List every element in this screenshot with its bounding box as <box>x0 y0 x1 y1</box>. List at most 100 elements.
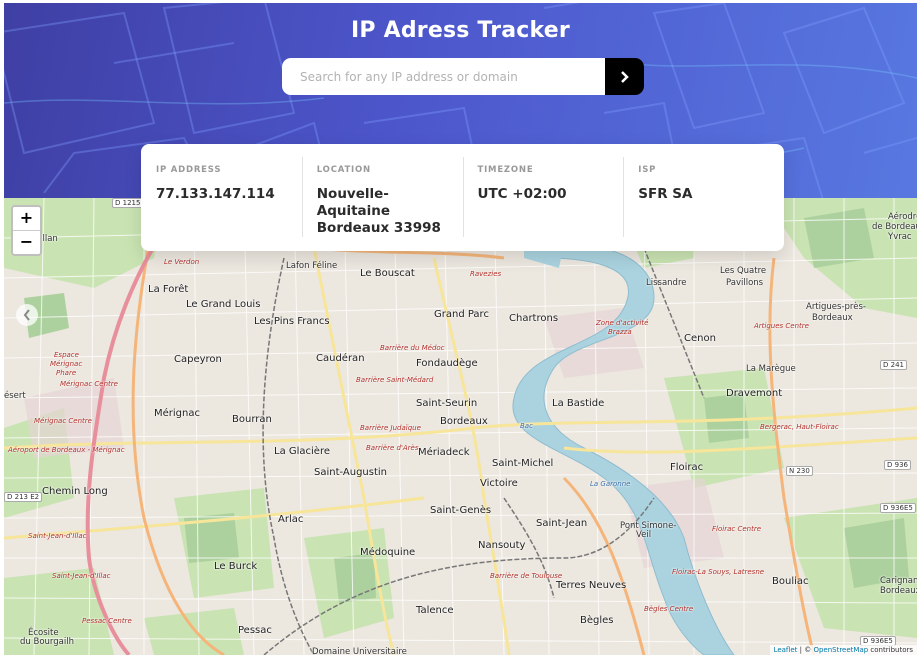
zoom-in-button[interactable]: + <box>13 207 40 230</box>
map-attribution: Leaflet | © OpenStreetMap contributors <box>769 645 917 655</box>
leaflet-link[interactable]: Leaflet <box>774 646 798 654</box>
map-label-floirac-la-souys: Floirac-La Souys, Latresne <box>672 568 765 576</box>
ip-tracker-page: IP Adress Tracker IP ADDRESS 77.133.147.… <box>0 0 917 655</box>
road-shield-d936e5: D 936E5 <box>880 503 916 513</box>
map-label-barriere-dares: Barrière d'Arès <box>366 444 419 452</box>
map-label-bac: Bac <box>520 422 533 430</box>
map-label-les-pins-francs: Les Pins Francs <box>254 316 330 327</box>
openstreetmap-link[interactable]: OpenStreetMap <box>813 646 868 654</box>
map-label-le-burck: Le Burck <box>214 561 258 572</box>
map-label-barriere-du-medoc: Barrière du Médoc <box>380 344 445 352</box>
ip-address-value: 77.133.147.114 <box>156 186 275 202</box>
chevron-right-icon <box>621 70 629 83</box>
location-cell: LOCATION Nouvelle-Aquitaine Bordeaux 339… <box>301 144 463 251</box>
map-label-bordeaux: Bordeaux <box>440 416 488 427</box>
road-shield-n230: N 230 <box>786 466 813 476</box>
map-label-nansouty: Nansouty <box>478 540 526 551</box>
map-label-barriere-judaique: Barrière Judaïque <box>360 424 421 432</box>
map-label-meriadeck: Mériadeck <box>418 447 470 458</box>
ip-info-card: IP ADDRESS 77.133.147.114 LOCATION Nouve… <box>141 144 784 251</box>
map-label-dravemont: Dravemont <box>726 388 783 399</box>
map-label-saint-genes: Saint-Genès <box>430 505 492 516</box>
map-label-zone-activite: Zone d'activité <box>596 319 649 327</box>
map-label-bergerac: Bergerac, Haut-Floirac <box>760 423 839 431</box>
map-label-phare: Phare <box>56 369 77 377</box>
location-region: Nouvelle-Aquitaine <box>316 186 391 219</box>
map-label-la-maregue: La Marègue <box>746 364 796 374</box>
map-label-saint-michel: Saint-Michel <box>492 458 554 469</box>
search-submit-button[interactable] <box>605 58 644 95</box>
attribution-suffix: contributors <box>868 646 913 654</box>
location-city: Bordeaux 33998 <box>316 220 441 236</box>
map-label-artigues: Artigues-près- <box>806 302 866 312</box>
ip-address-label: IP ADDRESS <box>156 165 222 175</box>
map-label-barriere-saint-medard: Barrière Saint-Médard <box>356 376 434 384</box>
map-label-medoquine: Médoquine <box>360 547 416 558</box>
map-label-saint-jean-dillac: Saint-Jean-d'Illac <box>28 532 87 540</box>
map-label-floirac: Floirac <box>670 462 704 473</box>
map-label-fondaudege: Fondaudège <box>416 358 478 369</box>
map-label-terres-neuves: Terres Neuves <box>556 580 627 591</box>
previous-arrow-button[interactable] <box>16 304 38 326</box>
isp-value: SFR SA <box>638 186 693 202</box>
map-label-aerodrome-bordeaux: de Bordeaux - <box>872 222 917 232</box>
map-view[interactable]: Le Haillan Lafon Féline Le Bouscat Ravez… <box>4 198 917 655</box>
map-label-saint-seurin: Saint-Seurin <box>416 398 478 409</box>
map-label-begles-centre: Bègles Centre <box>644 605 694 613</box>
timezone-cell: TIMEZONE UTC +02:00 <box>462 144 624 251</box>
search-input[interactable] <box>282 58 605 95</box>
map-label-merignac: Mérignac <box>154 408 200 419</box>
map-label-aerodrome: Aérodrome <box>888 212 917 222</box>
location-label: LOCATION <box>316 165 371 175</box>
map-label-lissandre: Lissandre <box>646 278 687 288</box>
map-label-capeyron: Capeyron <box>174 354 222 365</box>
map-label-chartrons: Chartrons <box>509 313 559 324</box>
zoom-out-button[interactable]: − <box>13 230 40 254</box>
map-label-espace: Espace <box>54 351 79 359</box>
isp-cell: ISP SFR SA <box>623 144 784 251</box>
map-label-esert: ésert <box>4 391 26 401</box>
map-label-arlac: Arlac <box>278 514 304 525</box>
map-label-saint-jean: Saint-Jean <box>536 518 588 529</box>
map-label-bouliac: Bouliac <box>772 576 809 587</box>
map-label-merignac-centre-2: Mérignac Centre <box>34 417 92 425</box>
map-label-saint-augustin: Saint-Augustin <box>314 467 388 478</box>
timezone-value: UTC +02:00 <box>477 186 567 202</box>
chevron-left-icon <box>23 309 30 321</box>
map-label-bourran: Bourran <box>232 414 272 425</box>
map-label-la-glaciere: La Glacière <box>274 446 331 457</box>
map-label-espace-merignac: Mérignac <box>50 360 83 368</box>
map-label-carignan-bordeaux: Bordeaux <box>880 586 917 596</box>
map-label-brazza: Brazza <box>608 328 632 336</box>
map-label-pavillons: Pavillons <box>726 278 764 288</box>
map-label-pessac-centre: Pessac Centre <box>82 617 132 625</box>
location-value: Nouvelle-Aquitaine Bordeaux 33998 <box>317 186 449 237</box>
road-shield-d936: D 936 <box>884 460 911 470</box>
map-label-ravezies: Ravezies <box>470 270 502 278</box>
map-label-floirac-centre: Floirac Centre <box>712 525 761 533</box>
map-label-barriere-de-toulouse: Barrière de Toulouse <box>490 572 563 580</box>
map-label-saint-jean-dillac-2: Saint-Jean-d'Illac <box>52 572 111 580</box>
map-label-aeroport: Aéroport de Bordeaux - Mérignac <box>8 446 125 454</box>
map-label-cenon: Cenon <box>684 333 716 344</box>
map-label-veil: Veil <box>636 530 652 540</box>
map-label-grand-parc: Grand Parc <box>434 309 489 320</box>
map-label-begles: Bègles <box>580 615 614 626</box>
map-label-cauderan: Caudéran <box>316 353 365 364</box>
map-label-merignac-centre-1: Mérignac Centre <box>60 380 118 388</box>
zoom-control: + − <box>11 205 42 256</box>
map-label-le-verdon: Le Verdon <box>164 258 200 266</box>
timezone-label: TIMEZONE <box>477 165 534 175</box>
map-label-victoire: Victoire <box>480 478 518 489</box>
map-label-talence: Talence <box>416 605 454 616</box>
attribution-separator: | © <box>797 646 814 654</box>
road-shield-d241: D 241 <box>880 360 907 370</box>
page-title: IP Adress Tracker <box>351 18 570 43</box>
isp-label: ISP <box>638 165 657 175</box>
map-label-la-garonne: La Garonne <box>590 480 631 488</box>
map-label-artigues-bordeaux: Bordeaux <box>812 313 853 323</box>
map-label-la-foret: La Forêt <box>148 284 189 295</box>
map-label-le-grand-louis: Le Grand Louis <box>186 299 261 310</box>
map-label-le-bouscat: Le Bouscat <box>360 268 415 279</box>
map-label-carignan: Carignan- <box>880 576 917 586</box>
